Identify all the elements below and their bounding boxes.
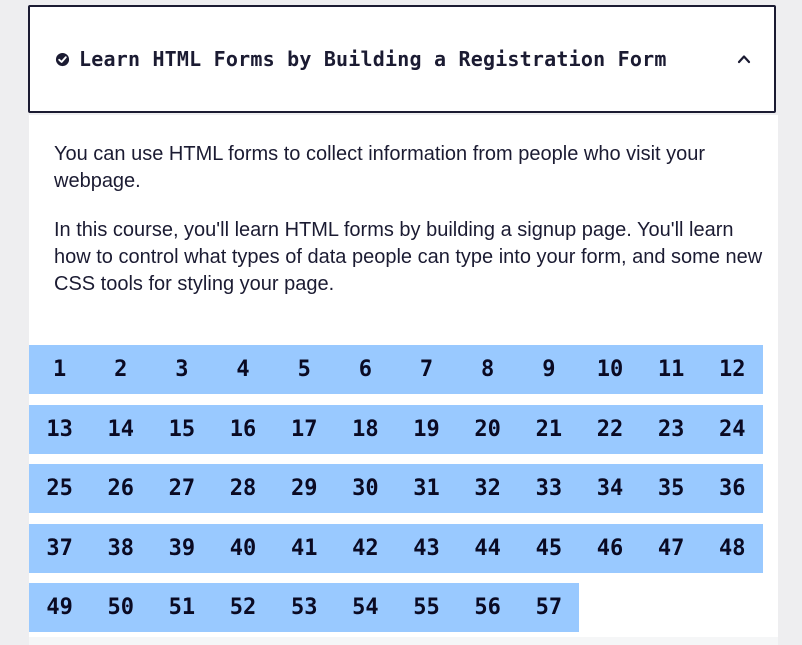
- step-link[interactable]: 34: [579, 464, 640, 513]
- step-link[interactable]: 13: [29, 405, 90, 454]
- step-link[interactable]: 41: [274, 524, 335, 573]
- step-link[interactable]: 5: [274, 345, 335, 394]
- block-header[interactable]: Learn HTML Forms by Building a Registrat…: [28, 5, 776, 113]
- step-link[interactable]: 21: [518, 405, 579, 454]
- step-link[interactable]: 39: [151, 524, 212, 573]
- step-row: 37 38 39 40 41 42 43 44 45 46 47 48: [29, 523, 763, 573]
- step-link[interactable]: 17: [274, 405, 335, 454]
- step-link[interactable]: 49: [29, 583, 90, 632]
- step-row: 13 14 15 16 17 18 19 20 21 22 23 24: [29, 404, 763, 454]
- step-link[interactable]: 29: [274, 464, 335, 513]
- step-link[interactable]: 23: [641, 405, 702, 454]
- step-link[interactable]: 28: [212, 464, 273, 513]
- step-link[interactable]: 33: [518, 464, 579, 513]
- step-link[interactable]: 20: [457, 405, 518, 454]
- step-link[interactable]: 55: [396, 583, 457, 632]
- step-link[interactable]: 50: [90, 583, 151, 632]
- description-paragraph: You can use HTML forms to collect inform…: [54, 143, 706, 192]
- step-link[interactable]: 37: [29, 524, 90, 573]
- step-link[interactable]: 48: [702, 524, 763, 573]
- step-link[interactable]: 52: [212, 583, 273, 632]
- step-link[interactable]: 14: [90, 405, 151, 454]
- step-link[interactable]: 10: [579, 345, 640, 394]
- step-link[interactable]: 27: [151, 464, 212, 513]
- step-link[interactable]: 19: [396, 405, 457, 454]
- block-title: Learn HTML Forms by Building a Registrat…: [79, 47, 667, 71]
- step-link[interactable]: 36: [702, 464, 763, 513]
- step-link[interactable]: 18: [335, 405, 396, 454]
- step-link[interactable]: 16: [212, 405, 273, 454]
- step-link[interactable]: 7: [396, 345, 457, 394]
- step-link[interactable]: 53: [274, 583, 335, 632]
- step-link[interactable]: 12: [702, 345, 763, 394]
- step-link[interactable]: 51: [151, 583, 212, 632]
- description-paragraph: In this course, you'll learn HTML forms …: [54, 219, 763, 295]
- step-link[interactable]: 32: [457, 464, 518, 513]
- step-link[interactable]: 42: [335, 524, 396, 573]
- check-circle-icon: [55, 52, 70, 67]
- step-link[interactable]: 24: [702, 405, 763, 454]
- panel-bottom-edge: [29, 637, 778, 645]
- step-row: 25 26 27 28 29 30 31 32 33 34 35 36: [29, 464, 763, 513]
- chevron-up-icon[interactable]: [736, 51, 752, 67]
- step-link[interactable]: 38: [90, 524, 151, 573]
- step-link[interactable]: 43: [396, 524, 457, 573]
- step-grid: 1 2 3 4 5 6 7 8 9 10 11 12 13 14 15 16 17 18 19 20 21 22 23 24 2…: [29, 345, 763, 643]
- step-link[interactable]: 46: [579, 524, 640, 573]
- step-link[interactable]: 45: [518, 524, 579, 573]
- step-link[interactable]: 40: [212, 524, 273, 573]
- step-link[interactable]: 1: [29, 345, 90, 394]
- step-link[interactable]: 31: [396, 464, 457, 513]
- step-link[interactable]: 4: [212, 345, 273, 394]
- block-description: You can use HTML forms to collect inform…: [54, 141, 766, 320]
- step-link[interactable]: 26: [90, 464, 151, 513]
- step-link[interactable]: 3: [151, 345, 212, 394]
- step-row: 49 50 51 52 53 54 55 56 57: [29, 583, 579, 632]
- step-link[interactable]: 15: [151, 405, 212, 454]
- step-link[interactable]: 11: [641, 345, 702, 394]
- step-link[interactable]: 8: [457, 345, 518, 394]
- step-link[interactable]: 54: [335, 583, 396, 632]
- step-link[interactable]: 22: [579, 405, 640, 454]
- step-link[interactable]: 30: [335, 464, 396, 513]
- step-link[interactable]: 2: [90, 345, 151, 394]
- step-link[interactable]: 44: [457, 524, 518, 573]
- step-link[interactable]: 6: [335, 345, 396, 394]
- step-link[interactable]: 57: [518, 583, 579, 632]
- step-link[interactable]: 9: [518, 345, 579, 394]
- step-link[interactable]: 47: [641, 524, 702, 573]
- step-row: 1 2 3 4 5 6 7 8 9 10 11 12: [29, 345, 763, 394]
- step-link[interactable]: 35: [641, 464, 702, 513]
- step-link[interactable]: 56: [457, 583, 518, 632]
- step-link[interactable]: 25: [29, 464, 90, 513]
